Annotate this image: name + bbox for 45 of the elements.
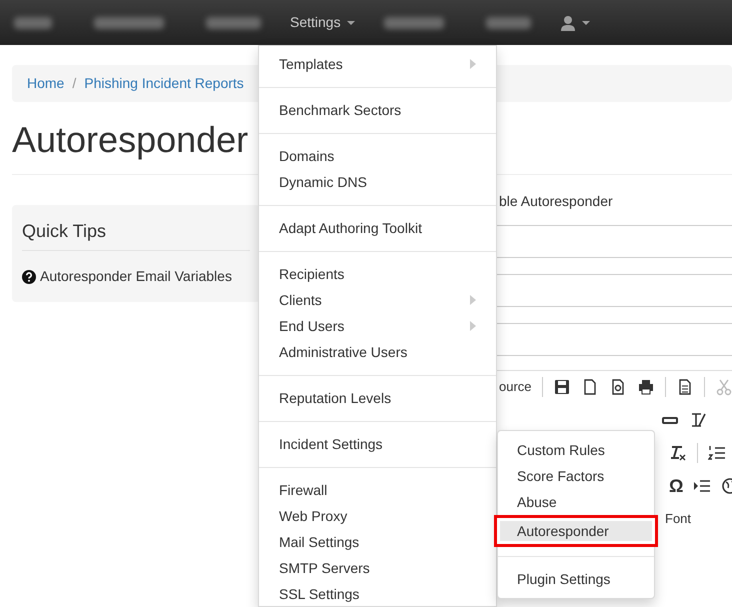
font-label: Font [665,510,692,528]
menu-item[interactable]: Custom Rules [498,437,654,463]
panel-title: Quick Tips [22,204,250,252]
menu-item[interactable]: Web Proxy [259,503,496,529]
menu-item[interactable]: Plugin Settings [498,566,654,592]
breadcrumb-link[interactable]: Home [27,73,64,94]
submenu-arrow-icon [470,321,476,331]
omega-icon[interactable]: Ω [669,477,684,496]
numbered-list-icon[interactable] [708,444,726,462]
menu-item[interactable]: Autoresponder [494,515,658,547]
menu-item[interactable]: Score Factors [498,463,654,489]
menu-item[interactable]: SSL Settings [259,581,496,606]
submenu-arrow-icon [470,59,476,69]
menu-item[interactable]: Administrative Users [259,339,496,365]
print-icon[interactable] [636,378,655,396]
breadcrumb-link[interactable]: Phishing Incident Reports [84,73,244,94]
caret-icon [346,20,355,24]
menu-item[interactable]: Firewall [259,477,496,503]
menu-item[interactable]: Domains [259,143,496,169]
breadcrumb-separator: / [71,74,78,93]
user-icon [560,14,576,30]
checkbox-label: ble Autoresponder [499,192,613,212]
menu-item[interactable]: Benchmark Sectors [259,97,496,123]
menu-item[interactable]: Dynamic DNS [259,169,496,195]
menu-item[interactable]: End Users [259,313,496,339]
submenu-arrow-icon [470,295,476,305]
menu-item[interactable]: Adapt Authoring Toolkit [259,215,496,241]
help-link[interactable]: Autoresponder Email Variables [40,266,232,288]
remove-format-icon[interactable] [669,444,687,462]
caret-icon [582,20,590,24]
menu-item[interactable]: Mail Settings [259,529,496,555]
menu-item[interactable]: Clients [259,287,496,313]
blurred-logo [14,16,52,28]
help-icon [22,270,36,284]
save-icon[interactable] [552,378,571,396]
menu-item[interactable]: Templates [259,51,496,77]
menu-item[interactable]: Reputation Levels [259,385,496,411]
page-title: Autoresponder [12,120,248,160]
menu-item[interactable]: Abuse [498,489,654,515]
text-field-icon[interactable] [689,411,707,430]
settings-menu-button[interactable]: Settings [282,12,363,33]
source-button[interactable]: ource [499,377,532,397]
menu-item[interactable]: SMTP Servers [259,555,496,581]
menu-item[interactable]: Incident Settings [259,431,496,457]
menu-item[interactable]: Recipients [259,261,496,287]
